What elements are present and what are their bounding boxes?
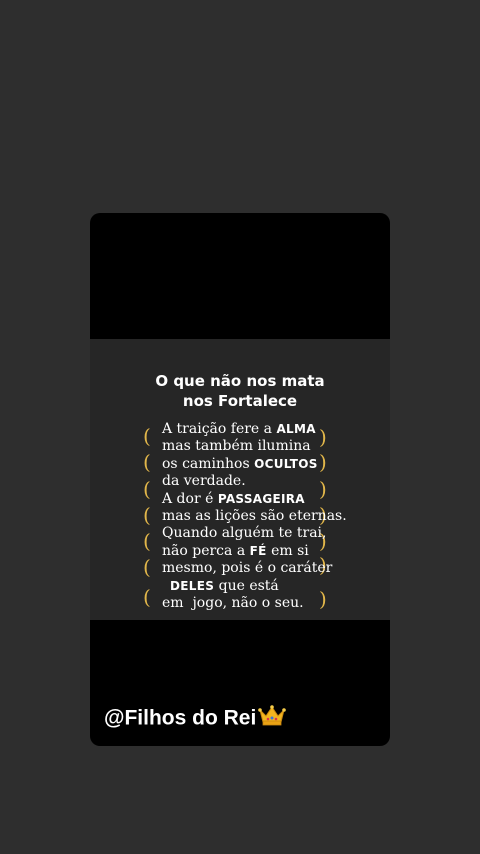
line-text: que está bbox=[214, 577, 279, 594]
quote-line: em jogo, não o seu. bbox=[162, 595, 390, 612]
account-handle: @Filhos do Rei bbox=[104, 704, 287, 734]
quote-line: mesmo, pois é o caráter bbox=[162, 560, 390, 577]
line-text: A dor é bbox=[162, 490, 218, 507]
left-paren: ( bbox=[143, 529, 151, 553]
line-text: em jogo, não o seu. bbox=[162, 594, 304, 611]
quote-line: A dor é PASSAGEIRA bbox=[162, 491, 390, 508]
quote-line: DELES que está bbox=[162, 578, 390, 595]
highlight-word: OCULTOS bbox=[254, 456, 318, 471]
quote-line: A traição fere a ALMA bbox=[162, 421, 390, 438]
left-paren: ( bbox=[143, 585, 151, 609]
crown-icon bbox=[258, 704, 287, 734]
line-text: mas as lições são eternas. bbox=[162, 507, 347, 524]
line-text: os caminhos bbox=[162, 455, 255, 472]
highlight-word: FÉ bbox=[249, 543, 267, 558]
quote-title-line-1: O que não nos mata bbox=[155, 372, 325, 390]
line-text: Quando alguém te trai, bbox=[162, 525, 327, 542]
quote-line: da verdade. bbox=[162, 473, 390, 490]
quote-line: os caminhos OCULTOS bbox=[162, 456, 390, 473]
line-text: mesmo, pois é o caráter bbox=[162, 560, 333, 577]
left-paren: ( bbox=[143, 555, 151, 579]
left-paren: ( bbox=[143, 477, 151, 501]
highlight-word: DELES bbox=[170, 578, 215, 593]
quote-line: mas também ilumina bbox=[162, 438, 390, 455]
quote-line: Quando alguém te trai, bbox=[162, 525, 390, 542]
left-paren: ( bbox=[143, 450, 151, 474]
highlight-word: ALMA bbox=[276, 422, 316, 436]
handle-text: @Filhos do Rei bbox=[104, 706, 257, 730]
line-text: mas também ilumina bbox=[162, 438, 311, 455]
left-paren: ( bbox=[143, 424, 151, 448]
line-text: não perca a bbox=[162, 542, 250, 559]
line-text: em si bbox=[266, 542, 309, 559]
quote-title: O que não nos mata nos Fortalece bbox=[90, 371, 390, 411]
quote-line: mas as lições são eternas. bbox=[162, 508, 390, 525]
quote-title-line-2: nos Fortalece bbox=[182, 392, 298, 410]
line-text: da verdade. bbox=[162, 473, 246, 490]
quote-body: A traição fere a ALMA mas também ilumina… bbox=[162, 421, 390, 612]
highlight-word: PASSAGEIRA bbox=[217, 491, 305, 506]
left-paren: ( bbox=[143, 503, 151, 527]
line-text: A traição fere a bbox=[162, 421, 277, 437]
quote-line: não perca a FÉ em si bbox=[162, 543, 390, 560]
story-card: O que não nos mata nos Fortalece ( ( ( (… bbox=[90, 213, 390, 746]
